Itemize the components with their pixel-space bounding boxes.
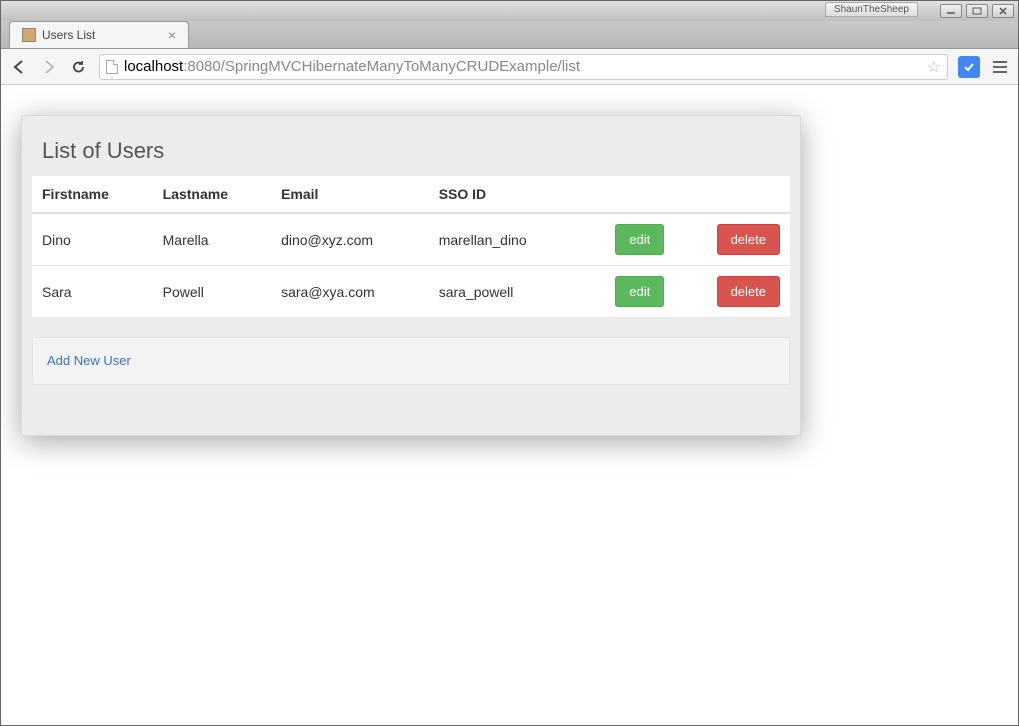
cell-firstname: Sara [32,266,153,318]
browser-menu-button[interactable] [990,57,1010,77]
users-table: Firstname Lastname Email SSO ID Dino Mar… [32,176,790,317]
delete-button[interactable]: delete [717,276,780,307]
table-header-row: Firstname Lastname Email SSO ID [32,176,790,213]
user-label: ShaunTheSheep [825,2,918,17]
cell-delete: delete [674,213,790,266]
col-email: Email [271,176,429,213]
cell-email: sara@xya.com [271,266,429,318]
cell-edit: edit [579,213,675,266]
cell-delete: delete [674,266,790,318]
table-row: Sara Powell sara@xya.com sara_powell edi… [32,266,790,318]
add-new-user-link[interactable]: Add New User [47,353,131,368]
delete-button[interactable]: delete [717,224,780,255]
bookmark-star-icon[interactable]: ☆ [927,57,941,77]
url-text: localhost:8080/SpringMVCHibernateManyToM… [124,58,580,75]
edit-button[interactable]: edit [615,276,664,307]
col-lastname: Lastname [153,176,271,213]
viewport: List of Users Firstname Lastname Email S… [1,85,1018,725]
table-row: Dino Marella dino@xyz.com marellan_dino … [32,213,790,266]
url-path: /SpringMVCHibernateManyToManyCRUDExample… [221,58,580,75]
cell-email: dino@xyz.com [271,213,429,266]
back-button[interactable] [9,57,29,77]
reload-button[interactable] [69,57,89,77]
close-window-button[interactable] [992,4,1014,18]
browser-toolbar: localhost:8080/SpringMVCHibernateManyToM… [1,49,1018,85]
cell-sso: sara_powell [429,266,579,318]
col-delete [674,176,790,213]
maximize-button[interactable] [966,4,988,18]
page-container: List of Users Firstname Lastname Email S… [21,115,998,436]
cell-lastname: Powell [153,266,271,318]
page-title: List of Users [32,130,790,176]
minimize-button[interactable] [940,4,962,18]
col-firstname: Firstname [32,176,153,213]
tab-close-icon[interactable]: × [168,27,176,43]
users-panel: List of Users Firstname Lastname Email S… [21,115,801,436]
url-hostname: localhost [124,58,183,75]
window-frame: ShaunTheSheep Users List × localhost:808… [0,0,1019,726]
add-user-well: Add New User [32,337,790,385]
url-port: :8080 [183,58,221,75]
edit-button[interactable]: edit [615,224,664,255]
cell-lastname: Marella [153,213,271,266]
page-icon [106,60,118,74]
tab-strip: Users List × [1,21,1018,49]
browser-tab[interactable]: Users List × [9,21,189,48]
extension-icon[interactable] [958,56,980,78]
cell-sso: marellan_dino [429,213,579,266]
col-edit [579,176,675,213]
tab-favicon [22,28,36,42]
title-bar: ShaunTheSheep [1,1,1018,21]
forward-button[interactable] [39,57,59,77]
col-sso: SSO ID [429,176,579,213]
cell-edit: edit [579,266,675,318]
url-bar[interactable]: localhost:8080/SpringMVCHibernateManyToM… [99,54,948,80]
cell-firstname: Dino [32,213,153,266]
tab-title: Users List [42,28,95,42]
